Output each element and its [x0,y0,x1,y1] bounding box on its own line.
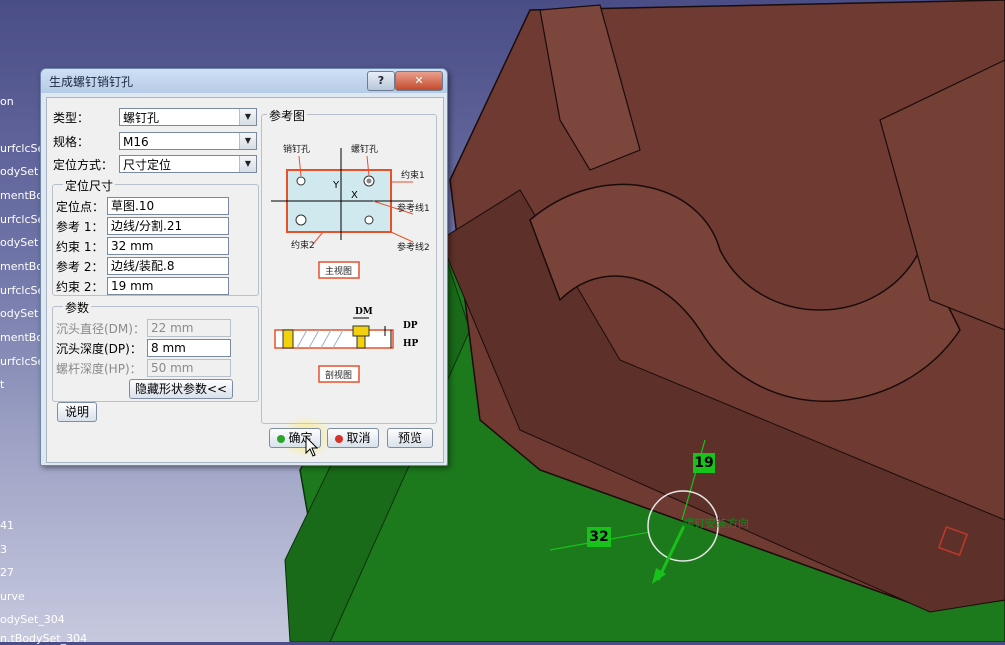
constraint1-field[interactable]: 32 mm [107,237,229,255]
dimension-label-32[interactable]: 32 [587,527,611,547]
spec-label: 规格： [53,135,90,149]
cancel-icon [335,435,344,443]
constraint2-field[interactable]: 19 mm [107,277,229,295]
label-constraint2: 约束2 [291,239,315,251]
anchor-label: 定位点： [56,200,105,214]
hide-shape-params-button[interactable]: 隐藏形状参数<< [129,379,233,399]
screw-hole-top-inner [366,178,372,184]
section-view-caption: 剖视图 [325,369,352,381]
ok-icon [277,435,286,443]
create-screw-pin-hole-dialog: 生成螺钉销钉孔 ? ✕ 类型： 螺钉孔 ▼ 规格： M16 ▼ 定位方式： 尺寸… [40,68,448,466]
label-hp: HP [403,339,419,349]
positioning-value: 尺寸定位 [123,158,172,172]
type-combo[interactable]: 螺钉孔 ▼ [119,108,257,126]
leader-ref2 [390,231,414,243]
hp-field: 50 mm [147,359,231,377]
tree-item[interactable]: odySet_304 [0,613,65,626]
chevron-down-icon[interactable]: ▼ [239,109,256,125]
dimension-label-19[interactable]: 19 [693,453,715,473]
label-constraint1: 约束1 [401,169,425,181]
main-view-caption: 主视图 [325,265,352,277]
label-ref-line2: 参考线2 [397,241,430,253]
constraint2-label: 约束 2： [56,280,104,294]
label-screw-hole: 螺钉孔 [351,144,378,155]
positioning-label: 定位方式： [53,158,114,172]
section-screw-head [352,325,370,337]
section-pin [282,329,294,349]
section-screw-shank [356,335,366,349]
type-label: 类型： [53,111,90,125]
tree-item[interactable]: 3 [0,543,7,556]
tree-item[interactable]: urfclcSe [0,355,44,368]
screw-hole-bottom [295,214,307,226]
tree-item[interactable]: on [0,95,14,108]
close-button[interactable]: ✕ [395,71,443,91]
tree-item[interactable]: urve [0,590,25,603]
label-dp: DP [403,321,418,331]
chevron-down-icon[interactable]: ▼ [239,156,256,172]
preview-button[interactable]: 预览 [387,428,433,448]
anchor-field[interactable]: 草图.10 [107,197,229,215]
pin-hole-top [296,176,306,186]
reference-diagram: 销钉孔 螺钉孔 约束1 参考线1 约束2 参考线2 Y X 主视图 DM DP … [271,143,430,383]
dialog-titlebar[interactable]: 生成螺钉销钉孔 ? ✕ [41,69,447,93]
tree-item[interactable]: t [0,378,4,391]
help-button[interactable]: ? [367,71,395,91]
ref1-field[interactable]: 边线/分割.21 [107,217,229,235]
pin-hole-bottom [364,215,374,225]
positioning-combo[interactable]: 尺寸定位 ▼ [119,155,257,173]
constraint1-label: 约束 1： [56,240,104,254]
label-y: Y [332,180,340,191]
dm-field: 22 mm [147,319,231,337]
ref2-label: 参考 2： [56,260,104,274]
label-dm: DM [355,307,373,317]
ref1-label: 参考 1： [56,220,104,234]
dialog-title: 生成螺钉销钉孔 [49,75,134,89]
spec-value: M16 [123,135,149,149]
tree-item[interactable]: odySet [0,307,38,320]
spec-combo[interactable]: M16 ▼ [119,132,257,150]
hp-label: 螺杆深度(HP)： [56,362,142,376]
tree-item[interactable]: 27 [0,566,14,579]
tree-item[interactable]: urfclcSe [0,284,44,297]
tree-item[interactable]: n.tBodySet_304 [0,632,87,645]
tree-item[interactable]: urfclcSe [0,142,44,155]
tree-item[interactable]: 41 [0,519,14,532]
label-pin-hole: 销钉孔 [283,143,310,155]
direction-label: 螺钉安装方向 [683,517,749,530]
dp-field[interactable]: 8 mm [147,339,231,357]
params-group-label: 参数 [63,299,92,316]
cancel-label: 取消 [346,431,371,445]
ref2-field[interactable]: 边线/装配.8 [107,257,229,275]
position-size-group-label: 定位尺寸 [63,177,116,194]
dialog-body: 类型： 螺钉孔 ▼ 规格： M16 ▼ 定位方式： 尺寸定位 ▼ 定位尺寸 定位… [46,97,444,463]
chevron-down-icon[interactable]: ▼ [239,133,256,149]
label-x: X [351,190,358,201]
tree-item[interactable]: odySet [0,236,38,249]
dm-label: 沉头直径(DM)： [56,322,145,336]
tree-item[interactable]: urfclcSe [0,213,44,226]
dp-label: 沉头深度(DP)： [56,342,142,356]
tree-item[interactable]: odySet [0,165,38,178]
label-ref-line1: 参考线1 [397,202,430,214]
mouse-cursor-icon [305,436,319,457]
cancel-button[interactable]: 取消 [327,428,379,448]
type-value: 螺钉孔 [123,111,160,125]
explain-button[interactable]: 说明 [57,402,97,422]
